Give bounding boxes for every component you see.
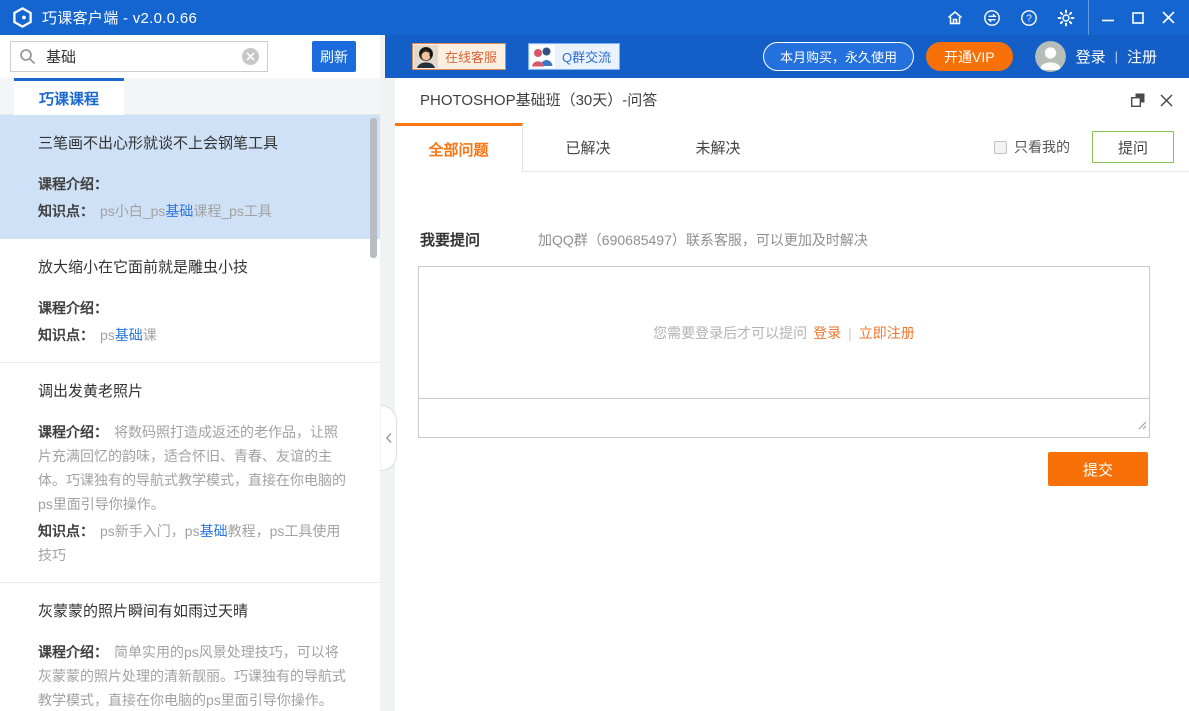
submit-button[interactable]: 提交 — [1048, 452, 1148, 486]
course-title: 放大缩小在它面前就是雕虫小技 — [38, 258, 350, 278]
resize-grip-icon[interactable] — [1137, 417, 1147, 435]
keyword-highlight: 基础 — [200, 523, 228, 539]
course-list: 三笔画不出心形就谈不上会钢笔工具 课程介绍： 知识点：ps小白_ps基础课程_p… — [0, 115, 380, 711]
sidebar-scrollbar-thumb[interactable] — [370, 118, 377, 258]
course-knowledge: 知识点：ps新手入门，ps基础教程，ps工具使用技巧 — [38, 519, 350, 567]
course-kp-label: 知识点： — [38, 203, 94, 219]
clear-search-icon[interactable] — [242, 48, 259, 65]
course-list-item[interactable]: 三笔画不出心形就谈不上会钢笔工具 课程介绍： 知识点：ps小白_ps基础课程_p… — [0, 115, 380, 239]
ask-section-label: 我要提问 — [420, 229, 480, 250]
course-knowledge: 知识点：ps小白_ps基础课程_ps工具 — [38, 199, 350, 223]
search-text[interactable] — [44, 47, 242, 66]
course-title: 灰蒙蒙的照片瞬间有如雨过天晴 — [38, 602, 350, 622]
link-divider: | — [848, 325, 852, 341]
login-link[interactable]: 登录 — [1076, 46, 1106, 67]
two-people-icon — [530, 45, 555, 68]
maximize-button[interactable] — [1123, 0, 1153, 35]
register-now-link[interactable]: 立即注册 — [859, 323, 915, 343]
only-mine-label: 只看我的 — [1014, 137, 1070, 157]
course-list-item[interactable]: 灰蒙蒙的照片瞬间有如雨过天晴 课程介绍：简单实用的ps风景处理技巧，可以将灰蒙蒙… — [0, 583, 380, 711]
feedback-icon[interactable] — [973, 0, 1010, 35]
qq-contact-hint: 加QQ群（690685497）联系客服，可以更加及时解决 — [538, 230, 868, 250]
app-title: 巧课客户端 - v2.0.0.66 — [42, 7, 197, 28]
open-vip-button[interactable]: 开通VIP — [926, 42, 1013, 71]
restore-panel-icon[interactable] — [1131, 93, 1145, 112]
help-icon[interactable]: ? — [1010, 0, 1047, 35]
login-link-inline[interactable]: 登录 — [813, 323, 841, 343]
keyword-highlight: 基础 — [165, 203, 193, 219]
qq-group-label: Q群交流 — [555, 47, 618, 66]
app-window: 巧课客户端 - v2.0.0.66 ? — [0, 0, 1189, 711]
titlebar-controls: ? — [936, 0, 1189, 35]
course-list-item[interactable]: 放大缩小在它面前就是雕虫小技 课程介绍： 知识点：ps基础课 — [0, 239, 380, 363]
course-knowledge: 知识点：ps基础课 — [38, 323, 350, 347]
course-intro-label: 课程介绍： — [38, 176, 108, 192]
topbar: 在线客服 Q群交流 本月购买，永久使用 开通VIP 登录 | 注册 — [385, 35, 1189, 78]
service-agent-photo — [414, 45, 438, 68]
main-panel: PHOTOSHOP基础班（30天）-问答 全部问题 已解决 未解决 只看我的 提… — [395, 78, 1189, 711]
panel-divider — [380, 35, 395, 711]
online-service-label: 在线客服 — [438, 47, 504, 66]
sidebar: 刷新 巧课课程 三笔画不出心形就谈不上会钢笔工具 课程介绍： 知识点：ps小白_… — [0, 35, 380, 711]
course-intro: 课程介绍： — [38, 172, 350, 196]
search-input[interactable] — [10, 41, 268, 72]
course-list-item[interactable]: 调出发黄老照片 课程介绍：将数码照打造成返还的老作品，让照片充满回忆的韵味，适合… — [0, 363, 380, 583]
course-intro-label: 课程介绍： — [38, 644, 108, 660]
course-intro-label: 课程介绍： — [38, 300, 108, 316]
qq-group-badge[interactable]: Q群交流 — [528, 43, 620, 70]
tabs-right-controls: 只看我的 提问 — [994, 123, 1174, 171]
only-mine-checkbox[interactable] — [994, 141, 1007, 154]
home-icon[interactable] — [936, 0, 973, 35]
sidebar-tab-row: 巧课课程 — [0, 78, 380, 115]
login-required-text: 您需要登录后才可以提问 — [653, 323, 807, 343]
sidebar-tab-courses[interactable]: 巧课课程 — [14, 78, 124, 115]
search-row: 刷新 — [0, 35, 380, 78]
titlebar-separator — [1088, 0, 1089, 35]
tab-all-questions[interactable]: 全部问题 — [395, 123, 523, 173]
sidebar-collapse-handle[interactable] — [381, 405, 397, 471]
page-title: PHOTOSHOP基础班（30天）-问答 — [420, 78, 657, 123]
svg-text:?: ? — [1026, 13, 1032, 24]
tab-unsolved[interactable]: 未解决 — [653, 123, 783, 172]
course-intro: 课程介绍： — [38, 296, 350, 320]
online-service-badge[interactable]: 在线客服 — [412, 43, 506, 70]
course-kp-label: 知识点： — [38, 523, 94, 539]
question-tabs: 全部问题 已解决 未解决 只看我的 提问 — [395, 123, 1189, 172]
question-editor-area: 您需要登录后才可以提问 登录 | 立即注册 — [418, 266, 1150, 399]
course-kp-label: 知识点： — [38, 327, 94, 343]
minimize-button[interactable] — [1093, 0, 1123, 35]
auth-divider: | — [1115, 49, 1118, 64]
auth-links: 登录 | 注册 — [1076, 46, 1157, 67]
main-header: PHOTOSHOP基础班（30天）-问答 — [395, 78, 1189, 123]
panel-controls — [1131, 93, 1173, 112]
tab-solved[interactable]: 已解决 — [523, 123, 653, 172]
keyword-highlight: 基础 — [115, 327, 143, 343]
ask-question-button[interactable]: 提问 — [1092, 131, 1174, 163]
app-logo-icon — [12, 7, 33, 28]
course-title: 调出发黄老照片 — [38, 382, 350, 402]
close-panel-icon[interactable] — [1160, 94, 1173, 112]
avatar[interactable] — [1035, 41, 1066, 72]
register-link[interactable]: 注册 — [1127, 46, 1157, 67]
buy-promo-pill[interactable]: 本月购买，永久使用 — [763, 42, 914, 71]
course-title: 三笔画不出心形就谈不上会钢笔工具 — [38, 134, 350, 154]
topbar-right: 本月购买，永久使用 开通VIP 登录 | 注册 — [763, 41, 1157, 72]
course-intro-label: 课程介绍： — [38, 424, 108, 440]
course-intro: 课程介绍：简单实用的ps风景处理技巧，可以将灰蒙蒙的照片处理的清新靓丽。巧课独有… — [38, 640, 350, 711]
question-input[interactable] — [418, 398, 1150, 438]
close-button[interactable] — [1153, 0, 1183, 35]
settings-gear-icon[interactable] — [1047, 0, 1084, 35]
refresh-button[interactable]: 刷新 — [312, 41, 356, 72]
titlebar: 巧课客户端 - v2.0.0.66 ? — [0, 0, 1189, 35]
search-icon — [19, 48, 36, 65]
course-intro: 课程介绍：将数码照打造成返还的老作品，让照片充满回忆的韵味，适合怀旧、青春、友谊… — [38, 420, 350, 516]
ask-section-header: 我要提问 加QQ群（690685497）联系客服，可以更加及时解决 — [420, 229, 868, 250]
